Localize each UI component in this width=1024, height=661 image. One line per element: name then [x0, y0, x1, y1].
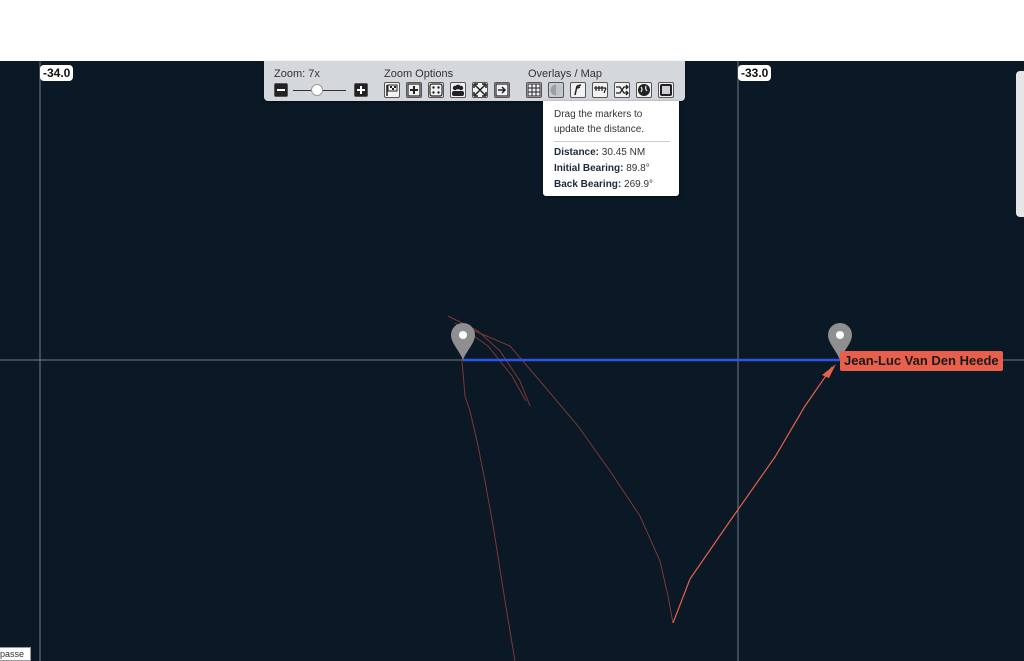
initial-bearing-row: Initial Bearing: 89.8° — [554, 163, 650, 174]
distance-value: 30.45 NM — [601, 147, 646, 158]
night-overlay-button[interactable] — [548, 82, 564, 98]
fit-icon — [473, 83, 487, 97]
zoom-in-icon — [355, 84, 367, 96]
zoom-in-button[interactable] — [354, 83, 368, 97]
flag-icon — [386, 84, 398, 96]
back-bearing-value: 269.9° — [624, 179, 654, 190]
map-icon — [660, 84, 672, 96]
track-line — [461, 360, 516, 661]
fit-view-button[interactable] — [472, 82, 488, 98]
distance-hint: Drag the markers to update the distance. — [554, 109, 645, 135]
grid-icon — [527, 83, 541, 97]
wind-icon — [574, 84, 582, 96]
boat-arrow-icon — [822, 364, 836, 378]
initial-bearing-label: Initial Bearing: — [554, 163, 624, 174]
course-icon — [594, 86, 607, 94]
initial-bearing-value: 89.8° — [626, 163, 650, 174]
zoom-out-button[interactable] — [274, 83, 288, 97]
fleet-button[interactable] — [450, 82, 466, 98]
boat-name-label[interactable]: Jean-Luc Van Den Heede — [840, 351, 1003, 371]
map-style-button[interactable] — [658, 82, 674, 98]
zoom-level-label: Zoom: 7x — [274, 68, 320, 80]
exit-icon — [495, 83, 509, 97]
plus-box-icon — [407, 83, 421, 97]
longitude-label: -33.0 — [738, 65, 772, 81]
exit-button[interactable] — [494, 82, 510, 98]
corner-tab[interactable]: passe — [0, 647, 31, 661]
page-header-blank — [0, 0, 1024, 61]
longitude-label: -34.0 — [40, 65, 74, 81]
zoom-out-icon — [275, 84, 287, 96]
map-toolbar: Zoom: 7x Zoom Options Overlays / Map — [264, 61, 685, 101]
overlays-label: Overlays / Map — [528, 68, 602, 80]
night-icon — [550, 84, 562, 96]
globe-button[interactable] — [636, 82, 652, 98]
boat-route — [672, 366, 833, 624]
grid-overlay-button[interactable] — [526, 82, 542, 98]
distance-popup: Drag the markers to update the distance.… — [543, 101, 679, 196]
shuffle-icon — [616, 84, 629, 96]
back-bearing-row: Back Bearing: 269.9° — [554, 179, 653, 190]
zoom-plus-button[interactable] — [406, 82, 422, 98]
random-button[interactable] — [428, 82, 444, 98]
popup-divider — [554, 141, 670, 142]
track-line — [469, 328, 674, 624]
back-bearing-label: Back Bearing: — [554, 179, 622, 190]
course-overlay-button[interactable] — [592, 82, 608, 98]
side-scrollbar[interactable] — [1016, 71, 1024, 217]
dice-icon — [429, 83, 443, 97]
group-icon — [452, 84, 464, 96]
flag-button[interactable] — [384, 82, 400, 98]
wind-overlay-button[interactable] — [570, 82, 586, 98]
zoom-options-label: Zoom Options — [384, 68, 454, 80]
marker-pin-icon — [451, 323, 475, 360]
globe-icon — [638, 84, 650, 96]
distance-label: Distance: — [554, 147, 600, 158]
shuffle-button[interactable] — [614, 82, 630, 98]
zoom-slider-handle[interactable] — [311, 84, 323, 96]
distance-row: Distance: 30.45 NM — [554, 147, 645, 158]
